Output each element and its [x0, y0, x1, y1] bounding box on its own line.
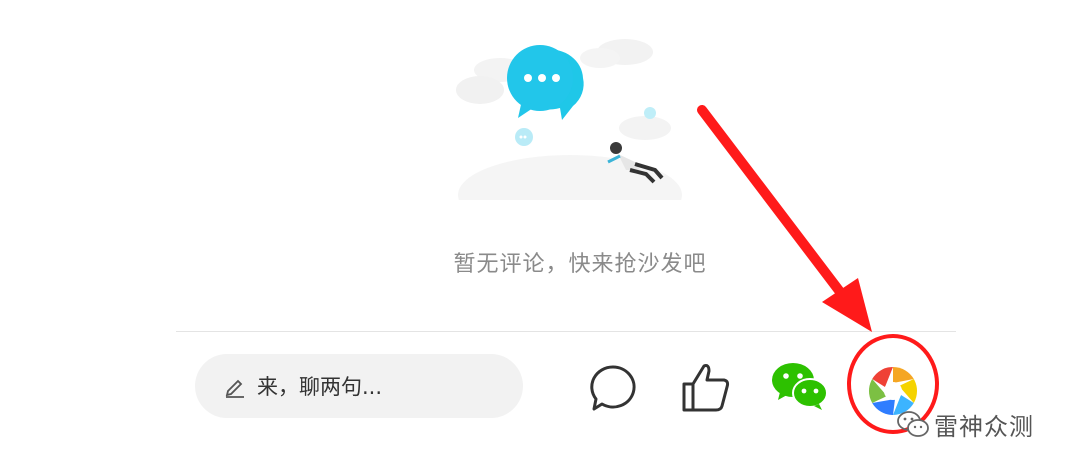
watermark-text: 雷神众测	[934, 412, 1034, 441]
watermark: 雷神众测	[896, 404, 1034, 444]
share-wechat-button[interactable]	[770, 360, 830, 412]
wechat-watermark-icon	[896, 409, 930, 439]
pencil-icon	[223, 374, 247, 398]
comment-button[interactable]	[588, 363, 638, 413]
empty-comments-illustration	[440, 30, 700, 235]
like-button[interactable]	[678, 360, 732, 414]
comment-bubble-icon	[590, 365, 636, 411]
empty-state-message: 暂无评论，快来抢沙发吧	[453, 252, 707, 277]
thumbs-up-icon	[682, 364, 730, 412]
comment-input-placeholder: 来，聊两句...	[257, 375, 383, 399]
comment-input[interactable]: 来，聊两句...	[195, 354, 523, 418]
red-arrow	[697, 105, 872, 332]
wechat-icon	[772, 363, 828, 410]
